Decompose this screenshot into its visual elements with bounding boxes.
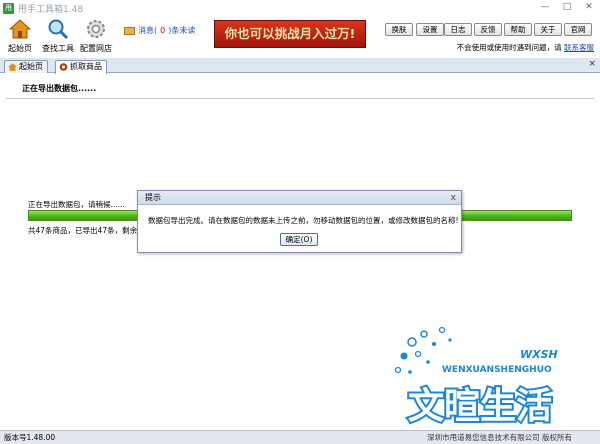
search-tool-button[interactable]: 查找工具 (40, 18, 76, 54)
wenxuan-watermark-logo: WXSH WENXUANSHENGHUO 文暄生活 (390, 322, 590, 430)
home-tool-button[interactable]: 起始页 (2, 18, 38, 54)
window-title: 甩手工具箱1.48 (18, 4, 84, 15)
status-bar: 版本号1.48.00 深圳市甩道易您信息技术有限公司 版权所有 (0, 430, 600, 444)
tab-start-page[interactable]: 起始页 (4, 60, 48, 73)
messages-prefix: 消息( (138, 26, 158, 35)
support-notice: 不会使用或使用时遇到问题，请 联系客服 (457, 42, 594, 53)
help-button[interactable]: 帮助 (504, 23, 532, 36)
grab-icon (59, 63, 68, 71)
log-button[interactable]: 日志 (444, 23, 472, 36)
settings-button[interactable]: 设置 (416, 23, 444, 36)
dialog-title: 提示 (145, 193, 161, 202)
dialog-close-icon[interactable]: x (451, 191, 456, 205)
feedback-button[interactable]: 反馈 (474, 23, 502, 36)
svg-text:文暄生活: 文暄生活 (408, 386, 552, 427)
tab-grab-products[interactable]: 抓取商品 (55, 60, 107, 74)
svg-text:WENXUANSHENGHUO: WENXUANSHENGHUO (442, 365, 552, 375)
export-header: 正在导出数据包...... (22, 84, 97, 93)
toolbar: 起始页 查找工具 配置网店 消息(0)条未读 你也可以挑战月入过万! 换肤 设置… (0, 16, 600, 58)
ok-button[interactable]: 确定(O) (280, 233, 318, 246)
maximize-button[interactable]: □ (556, 0, 578, 14)
info-dialog: 提示 x 数据包导出完成。请在数据包的数据未上传之前，勿移动数据包的位置，或修改… (137, 190, 462, 253)
title-bar: 甩 甩手工具箱1.48 — □ ✕ (0, 0, 600, 16)
export-status-text: 正在导出数据包，请稍候...... (28, 200, 125, 209)
dialog-title-bar: 提示 x (138, 191, 461, 205)
tab-bar: 起始页 抓取商品 × (0, 58, 600, 74)
close-button[interactable]: ✕ (578, 0, 600, 14)
website-button[interactable]: 官网 (564, 23, 592, 36)
config-shop-button[interactable]: 配置网店 (78, 18, 114, 54)
support-notice-text: 不会使用或使用时遇到问题，请 (456, 43, 562, 52)
svg-text:WXSH: WXSH (520, 348, 558, 361)
tab-grab-products-label: 抓取商品 (70, 62, 102, 71)
tab-start-page-label: 起始页 (19, 62, 43, 71)
config-shop-label: 配置网店 (80, 44, 112, 53)
home-tool-label: 起始页 (8, 44, 32, 53)
skin-button[interactable]: 换肤 (385, 23, 413, 36)
gear-icon (85, 18, 107, 40)
copyright-label: 深圳市甩道易您信息技术有限公司 版权所有 (427, 433, 572, 442)
app-icon: 甩 (3, 2, 14, 14)
window-controls: — □ ✕ (534, 0, 600, 14)
messages-suffix: )条未读 (168, 26, 196, 35)
about-button[interactable]: 关于 (534, 23, 562, 36)
close-tab-icon[interactable]: × (588, 59, 596, 69)
envelope-icon (124, 26, 135, 35)
magnifier-icon (47, 18, 69, 40)
promo-banner[interactable]: 你也可以挑战月入过万! (214, 20, 366, 48)
contact-support-link[interactable]: 联系客服 (564, 43, 594, 52)
version-label: 版本号1.48.00 (4, 433, 56, 442)
unread-count: 0 (160, 26, 166, 35)
dialog-message: 数据包导出完成。请在数据包的数据未上传之前，勿移动数据包的位置，或修改数据包的名… (148, 216, 459, 225)
search-tool-label: 查找工具 (42, 44, 74, 53)
home-icon (8, 18, 32, 40)
export-summary: 共47条商品，已导出47条，剩余0 (28, 226, 142, 235)
divider (6, 98, 594, 99)
minimize-button[interactable]: — (534, 0, 556, 14)
messages-link[interactable]: 消息(0)条未读 (124, 25, 195, 36)
home-icon (8, 63, 17, 71)
